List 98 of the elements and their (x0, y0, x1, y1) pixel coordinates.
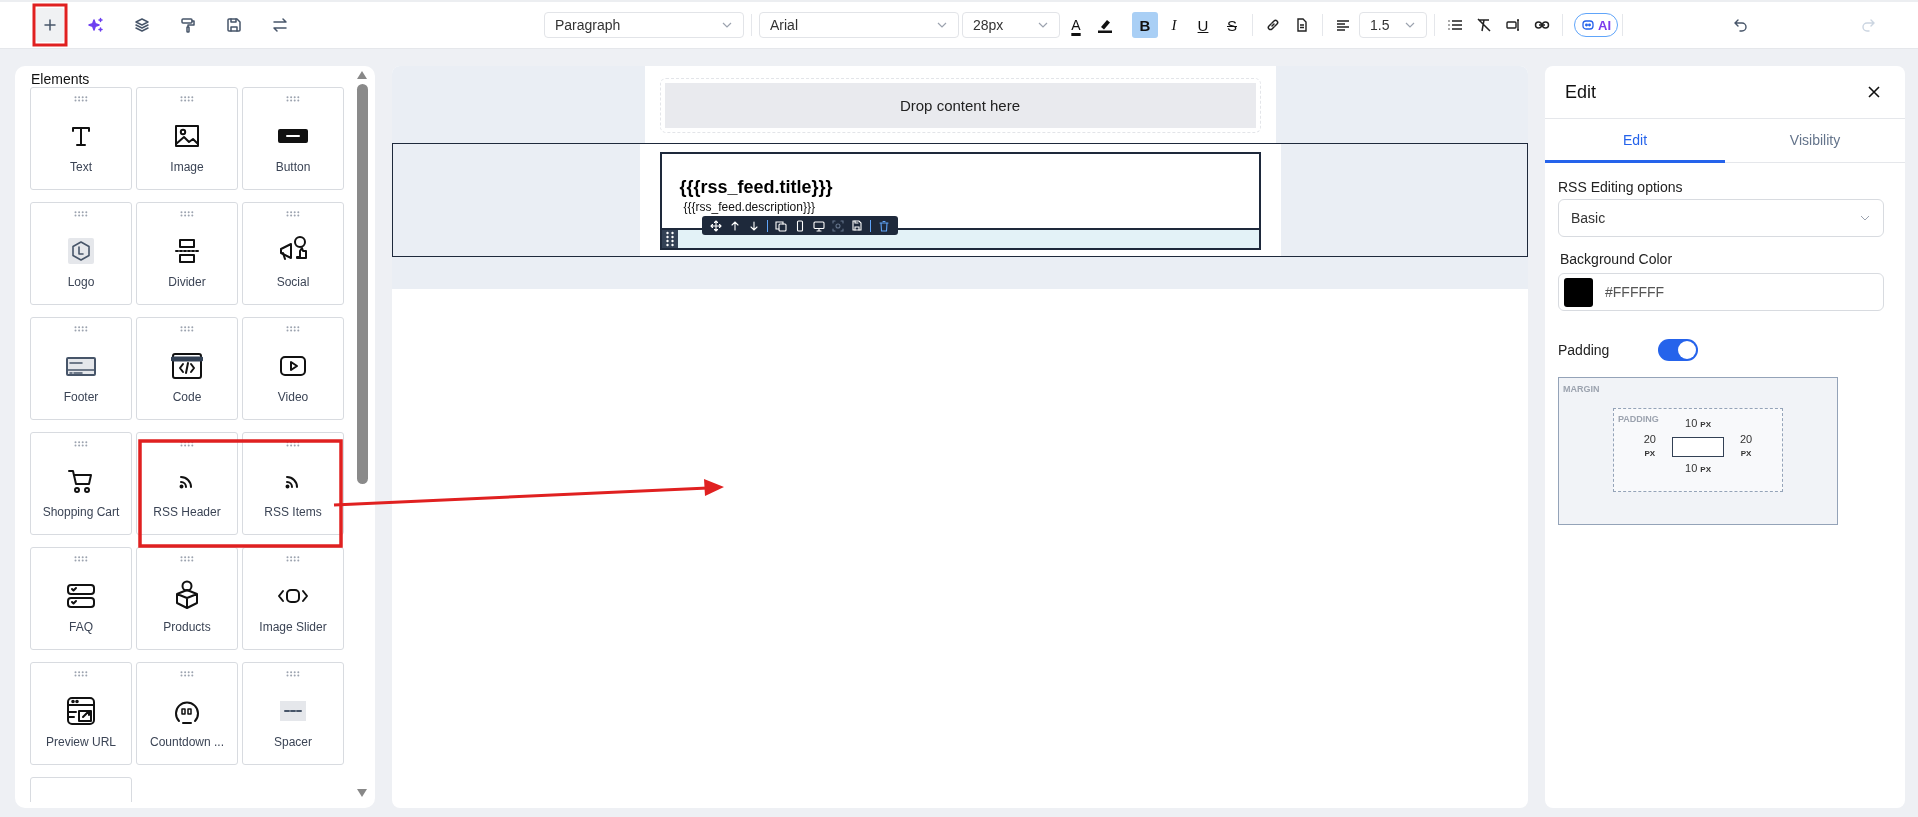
close-icon[interactable] (1867, 85, 1881, 99)
move-icon[interactable] (709, 219, 722, 232)
align-left-icon (1335, 17, 1351, 33)
underline-button[interactable]: U (1190, 12, 1216, 38)
preview-icon (65, 695, 97, 727)
swap-icon (272, 17, 288, 33)
text-color-button[interactable]: A (1063, 12, 1089, 38)
element-tile[interactable]: FAQ (30, 547, 132, 650)
content-box (1672, 436, 1724, 457)
drag-handle-icon (286, 671, 300, 677)
robot-icon (1581, 18, 1595, 32)
element-tile[interactable]: Social (242, 202, 344, 305)
element-tile[interactable]: RSS Header (136, 432, 238, 535)
element-tile[interactable]: Image (136, 87, 238, 190)
padding-value[interactable]: 10 PX (1685, 417, 1711, 431)
sparkle-icon (88, 17, 104, 33)
layers-icon (134, 17, 150, 33)
drag-handle-icon (74, 211, 88, 217)
font-size-dropdown[interactable]: 28px (962, 12, 1060, 38)
highlighter-icon (1097, 17, 1113, 33)
code-icon (171, 350, 203, 382)
plus-icon (42, 17, 58, 33)
paint-roller-icon (180, 17, 196, 33)
element-tile[interactable]: RSS Items (242, 432, 344, 535)
tab[interactable]: Visibility (1725, 119, 1905, 163)
padding-value[interactable]: 10 PX (1685, 462, 1711, 476)
margin-label: MARGIN (1563, 384, 1600, 394)
element-tile[interactable]: Image Slider (242, 547, 344, 650)
selected-row[interactable]: {{{rss_feed.title}}} {{{rss_feed.description}}} (392, 143, 1528, 257)
element-tile[interactable]: Logo (30, 202, 132, 305)
hide-icon[interactable] (831, 219, 844, 232)
block-style-dropdown[interactable]: Paragraph (544, 12, 744, 38)
drag-handle-icon (74, 96, 88, 102)
redo-icon (1860, 17, 1877, 33)
drag-handle-icon (74, 441, 88, 447)
color-field[interactable]: #FFFFFF (1558, 273, 1884, 311)
rss-description: {{{rss_feed.description}}} (682, 200, 816, 214)
drag-handle-icon (286, 211, 300, 217)
drag-handle-icon (180, 671, 194, 677)
panel-title: Elements (30, 70, 91, 87)
drag-handle-icon (286, 96, 300, 102)
save-icon[interactable] (850, 219, 863, 232)
drag-handle-icon (180, 326, 194, 332)
element-tile[interactable] (30, 777, 132, 802)
desktop-icon[interactable] (812, 219, 825, 232)
list-icon (1447, 17, 1463, 33)
rss-block[interactable]: {{{rss_feed.title}}} {{{rss_feed.description}}} (659, 152, 1261, 250)
document-icon (1294, 17, 1310, 33)
tab[interactable]: Edit (1545, 119, 1725, 163)
drag-handle-icon (74, 326, 88, 332)
rss-options-dropdown[interactable]: Basic (1558, 199, 1884, 237)
drag-handle-icon[interactable] (661, 230, 678, 248)
element-tile[interactable]: Code (136, 317, 238, 420)
clear-format-icon (1476, 17, 1492, 33)
undo-icon (1732, 17, 1749, 33)
link-icon (1265, 17, 1281, 33)
drag-handle-icon (286, 326, 300, 332)
element-tile[interactable]: Divider (136, 202, 238, 305)
logo-icon (65, 235, 97, 267)
element-tile[interactable]: Footer (30, 317, 132, 420)
field-label: Padding (1558, 342, 1610, 358)
drag-handle-icon (180, 211, 194, 217)
field-label: RSS Editing options (1558, 179, 1684, 195)
drag-handle-icon (74, 671, 88, 677)
padding-label: PADDING (1618, 414, 1659, 424)
field-label: Background Color (1560, 251, 1674, 267)
save-icon (226, 17, 242, 33)
element-tile[interactable]: Button (242, 87, 344, 190)
padding-toggle[interactable] (1658, 339, 1699, 361)
element-tile[interactable]: Shopping Cart (30, 432, 132, 535)
text-cursor-icon (1505, 17, 1521, 33)
drag-handle-icon (74, 556, 88, 562)
element-tile[interactable]: Products (136, 547, 238, 650)
add-button[interactable] (36, 8, 64, 42)
drag-handle-icon (180, 96, 194, 102)
drag-handle-icon (286, 556, 300, 562)
strike-button[interactable]: S (1219, 12, 1245, 38)
element-tile[interactable]: Text (30, 87, 132, 190)
rss-title: {{{rss_feed.title}}} (679, 176, 834, 198)
italic-button[interactable]: I (1161, 12, 1187, 38)
drag-handle-icon (180, 556, 194, 562)
padding-value[interactable]: 20 PX (1643, 433, 1656, 460)
element-tile[interactable]: Preview URL (30, 662, 132, 765)
copy-icon[interactable] (774, 219, 787, 232)
color-swatch[interactable] (1564, 277, 1593, 307)
trash-icon[interactable] (877, 219, 890, 232)
highlight-frame (32, 3, 68, 47)
line-height-dropdown[interactable]: 1.5 (1359, 12, 1427, 38)
scroll-up-icon[interactable] (356, 70, 368, 80)
element-tile[interactable]: Video (242, 317, 344, 420)
font-dropdown[interactable]: Arial (759, 12, 959, 38)
element-tile[interactable]: Spacer (242, 662, 344, 765)
scroll-down-icon[interactable] (356, 788, 368, 798)
element-tile[interactable]: Countdown ... (136, 662, 238, 765)
bold-button[interactable]: B (1132, 12, 1158, 38)
drop-zone[interactable]: Drop content here (664, 83, 1256, 128)
panel-title: Edit (1565, 81, 1597, 103)
padding-value[interactable]: 20 PX (1740, 433, 1753, 460)
